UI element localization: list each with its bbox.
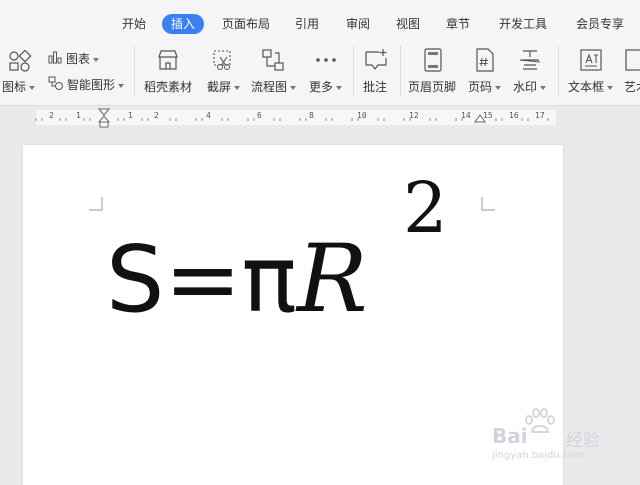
watermark-url: jingyan.baidu.com (492, 450, 585, 461)
screenshot-button[interactable]: 截屏 (204, 38, 242, 105)
ruler-number: 12 (409, 111, 419, 120)
watermark-icon (519, 50, 541, 70)
baidu-jingyan-watermark: Bai 经验 jingyan.baidu.com (492, 408, 612, 468)
comment-plus-icon (365, 49, 387, 70)
docer-material-label: 稻壳素材 (144, 80, 193, 94)
tab-insert[interactable]: 插入 (162, 14, 205, 34)
watermark-button[interactable]: 水印 (510, 38, 552, 105)
right-indent-marker[interactable] (474, 113, 486, 123)
tab-view[interactable]: 视图 (396, 14, 420, 34)
menu-bar: 开始 插入 页面布局 引用 审阅 视图 章节 开发工具 会员专享 (0, 0, 640, 38)
separator (134, 46, 135, 96)
smart-art-icon (48, 76, 63, 90)
formula-exponent: 2 (403, 167, 448, 249)
textbox-button[interactable]: 文本框 (563, 38, 617, 105)
separator (353, 46, 354, 96)
first-line-indent-marker[interactable] (98, 108, 110, 128)
ruler-number: 1 (76, 111, 81, 120)
page-number-icon (476, 48, 494, 72)
tab-review[interactable]: 审阅 (346, 14, 370, 34)
scissors-icon (213, 50, 231, 70)
ruler-number: 1 (128, 111, 133, 120)
icon-label: 图标 (2, 80, 27, 94)
screenshot-label: 截屏 (207, 80, 232, 94)
flowchart-icon (262, 49, 284, 71)
watermark-brand-cn: 经验 (566, 431, 600, 451)
word-art-button[interactable]: 艺术 (620, 38, 640, 105)
tab-start[interactable]: 开始 (122, 14, 146, 34)
horizontal-ruler[interactable]: 2 1 1 2 4 6 8 10 12 14 15 16 17 (0, 106, 640, 128)
shop-icon (158, 50, 178, 70)
bar-chart-icon (48, 51, 62, 64)
separator (558, 46, 559, 96)
document-page[interactable]: S=πR 2 (23, 145, 563, 485)
separator (400, 46, 401, 96)
tab-chapter[interactable]: 章节 (446, 14, 470, 34)
comment-label: 批注 (363, 80, 388, 94)
word-art-icon (625, 49, 640, 71)
comment-button[interactable]: 批注 (358, 38, 394, 105)
word-art-label: 艺术 (624, 80, 640, 94)
ruler-number: 14 (461, 111, 471, 120)
more-button[interactable]: 更多 (306, 38, 346, 105)
header-footer-button[interactable]: 页眉页脚 (405, 38, 461, 105)
ruler-number: 2 (154, 111, 159, 120)
docer-material-button[interactable]: 稻壳素材 (140, 38, 196, 105)
icon-button[interactable]: 图标 (0, 38, 40, 105)
shapes-icon (9, 50, 32, 72)
watermark-label: 水印 (513, 80, 538, 94)
tab-references[interactable]: 引用 (295, 14, 319, 34)
margin-corner-mark (89, 197, 103, 211)
more-label: 更多 (309, 80, 334, 94)
flowchart-button[interactable]: 流程图 (248, 38, 300, 105)
ruler-number: 16 (509, 111, 519, 120)
formula-variable: R (296, 225, 368, 334)
margin-corner-mark (481, 197, 495, 211)
page-number-button[interactable]: 页码 (466, 38, 506, 105)
ruler-number: 8 (309, 111, 314, 120)
tab-developer[interactable]: 开发工具 (499, 14, 547, 34)
ruler-number: 2 (49, 111, 54, 120)
textbox-icon (580, 49, 602, 71)
formula-main: S=π (106, 226, 297, 333)
page-number-label: 页码 (468, 80, 493, 94)
ruler-number: 4 (206, 111, 211, 120)
tab-member[interactable]: 会员专享 (576, 14, 624, 34)
chart-button[interactable]: 图表 (46, 48, 106, 68)
header-footer-icon (424, 48, 442, 72)
chart-label: 图表 (66, 52, 91, 66)
formula[interactable]: S=πR 2 (106, 173, 448, 327)
flowchart-label: 流程图 (251, 80, 288, 94)
ribbon-toolbar: 图标 图表 智能图形 稻壳素材 截屏 流程图 更多 批注 页眉页脚 页码 水印 … (0, 38, 640, 106)
ruler-number: 6 (257, 111, 262, 120)
textbox-label: 文本框 (568, 80, 605, 94)
header-footer-label: 页眉页脚 (408, 80, 457, 94)
tab-page-layout[interactable]: 页面布局 (222, 14, 270, 34)
more-dots-icon (316, 58, 336, 62)
smart-art-label: 智能图形 (67, 78, 116, 92)
ruler-number: 10 (357, 111, 367, 120)
smart-art-button[interactable]: 智能图形 (46, 74, 128, 94)
ruler-number: 17 (535, 111, 545, 120)
watermark-brand: Bai (492, 424, 528, 448)
